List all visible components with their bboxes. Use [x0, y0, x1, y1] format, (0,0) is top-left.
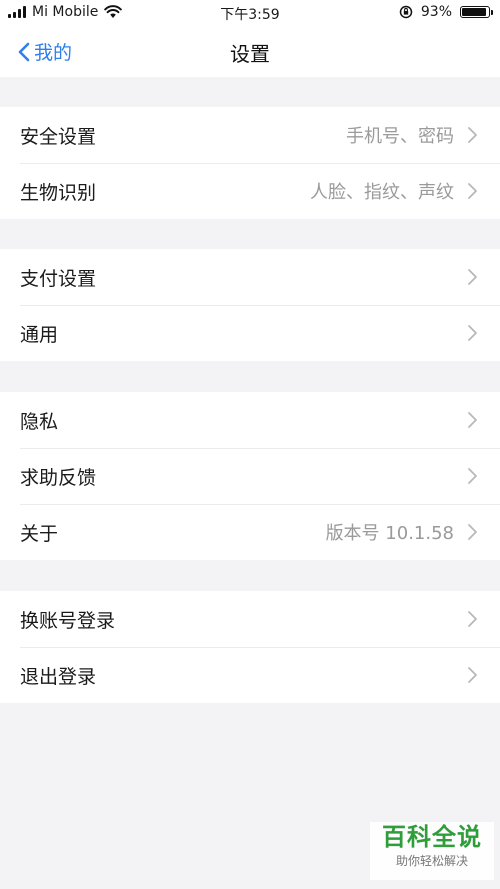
setting-value: 版本号 10.1.58 [325, 523, 454, 544]
setting-value: 人脸、指纹、声纹 [310, 182, 454, 203]
watermark-subtitle: 助你轻松解决 [395, 854, 468, 868]
orientation-lock-icon [399, 5, 413, 19]
settings-group-account-actions: 换账号登录 退出登录 [0, 591, 500, 703]
chevron-right-icon [468, 325, 477, 341]
chevron-right-icon [468, 611, 477, 627]
setting-label: 生物识别 [20, 181, 97, 204]
setting-label: 退出登录 [20, 665, 97, 688]
status-right: 93% [399, 4, 493, 20]
setting-label: 求助反馈 [20, 466, 97, 489]
battery-fill [462, 8, 487, 16]
watermark-logo: 百科全说 助你轻松解决 [370, 822, 494, 880]
setting-row-biometrics[interactable]: 生物识别 人脸、指纹、声纹 [0, 163, 500, 219]
battery-percentage: 93% [420, 4, 452, 20]
setting-row-about[interactable]: 关于 版本号 10.1.58 [0, 504, 500, 560]
setting-row-privacy[interactable]: 隐私 [0, 392, 500, 448]
settings-group-info: 隐私 求助反馈 关于 版本号 10.1.58 [0, 392, 500, 560]
setting-label: 通用 [20, 323, 59, 346]
watermark-title: 百科全说 [382, 823, 482, 851]
page-title: 设置 [230, 42, 270, 66]
setting-row-help-feedback[interactable]: 求助反馈 [0, 448, 500, 504]
setting-value: 手机号、密码 [346, 126, 454, 147]
setting-label: 安全设置 [20, 125, 97, 148]
chevron-right-icon [468, 524, 477, 540]
chevron-right-icon [468, 412, 477, 428]
setting-label: 支付设置 [20, 267, 97, 290]
setting-label: 换账号登录 [20, 609, 116, 632]
setting-label: 隐私 [20, 410, 59, 433]
setting-row-switch-account[interactable]: 换账号登录 [0, 591, 500, 647]
chevron-right-icon [468, 183, 477, 199]
settings-group-general: 支付设置 通用 [0, 249, 500, 361]
setting-row-general[interactable]: 通用 [0, 305, 500, 361]
navigation-bar: 我的 设置 [0, 26, 500, 77]
chevron-right-icon [468, 667, 477, 683]
setting-row-logout[interactable]: 退出登录 [0, 647, 500, 703]
setting-row-security[interactable]: 安全设置 手机号、密码 [0, 107, 500, 163]
settings-group-account: 安全设置 手机号、密码 生物识别 人脸、指纹、声纹 [0, 107, 500, 219]
battery-icon [460, 6, 493, 18]
status-bar: Mi Mobile 下午3:59 93% [0, 0, 500, 26]
chevron-right-icon [468, 468, 477, 484]
setting-row-payment[interactable]: 支付设置 [0, 249, 500, 305]
setting-label: 关于 [20, 522, 59, 545]
chevron-right-icon [468, 127, 477, 143]
chevron-right-icon [468, 269, 477, 285]
